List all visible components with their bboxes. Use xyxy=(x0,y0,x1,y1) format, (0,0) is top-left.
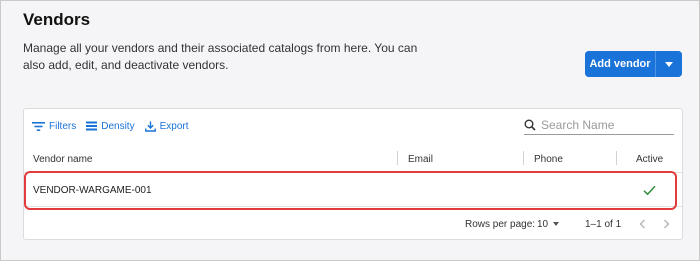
export-button[interactable]: Export xyxy=(144,120,189,132)
highlight-annotation xyxy=(24,171,677,210)
rows-per-page-value: 10 xyxy=(537,218,549,230)
rows-per-page-select[interactable]: 10 xyxy=(537,213,560,235)
add-vendor-menu-toggle[interactable] xyxy=(655,51,682,77)
add-vendor-split-button: Add vendor xyxy=(585,51,682,77)
chevron-left-icon xyxy=(639,219,645,229)
search-placeholder: Search Name xyxy=(541,117,615,132)
chevron-right-icon xyxy=(663,219,669,229)
filters-button[interactable]: Filters xyxy=(32,121,76,132)
chevron-down-icon xyxy=(665,61,673,67)
column-header-vendor-name[interactable]: Vendor name xyxy=(33,145,93,173)
density-button[interactable]: Density xyxy=(86,120,135,132)
column-separator[interactable] xyxy=(397,151,398,165)
page-title: Vendors xyxy=(23,10,91,29)
add-vendor-button[interactable]: Add vendor xyxy=(585,51,655,77)
pagination-range: 1–1 of 1 xyxy=(585,218,622,230)
column-header-email[interactable]: Email xyxy=(408,145,433,173)
rows-per-page-label: Rows per page: xyxy=(465,218,536,230)
previous-page-button[interactable] xyxy=(634,213,650,235)
filter-icon xyxy=(32,121,45,131)
column-separator[interactable] xyxy=(523,151,524,165)
export-icon xyxy=(144,121,156,132)
column-header-phone[interactable]: Phone xyxy=(534,145,563,173)
pagination: Rows per page: 10 1–1 of 1 xyxy=(24,213,682,235)
search-input[interactable]: Search Name xyxy=(524,115,674,135)
column-separator[interactable] xyxy=(616,151,617,165)
next-page-button[interactable] xyxy=(658,213,674,235)
density-label: Density xyxy=(101,120,135,132)
table-toolbar: Filters Density Export xyxy=(32,117,189,135)
page-description: Manage all your vendors and their associ… xyxy=(23,41,418,72)
density-icon xyxy=(86,121,98,131)
filters-label: Filters xyxy=(49,120,77,132)
column-header-active[interactable]: Active xyxy=(636,145,663,173)
search-icon xyxy=(524,119,536,131)
table-header-row: Vendor name Email Phone Active xyxy=(24,145,682,173)
caret-down-icon xyxy=(553,222,560,226)
export-label: Export xyxy=(159,120,189,132)
